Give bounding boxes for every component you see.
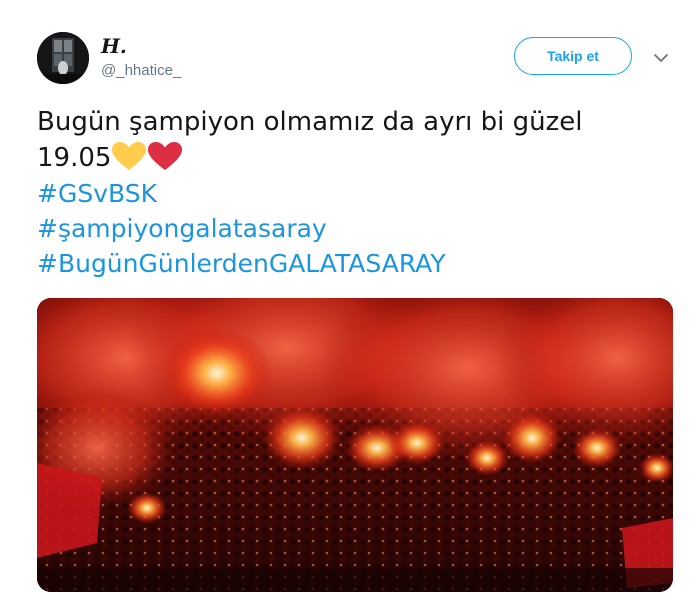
tweet-line-2: 19.05 xyxy=(37,140,677,176)
hashtag-link[interactable]: #GSvBSK xyxy=(37,176,677,211)
tweet-card: H. @_hhatice_ Takip et Bugün şampiyon ol… xyxy=(0,0,700,602)
tweet-line-1: Bugün şampiyon olmamız da ayrı bi güzel xyxy=(37,107,583,137)
screen-name[interactable]: @_hhatice_ xyxy=(101,62,181,80)
follow-button[interactable]: Takip et xyxy=(514,37,632,75)
avatar-image xyxy=(37,32,89,84)
chevron-down-icon[interactable] xyxy=(651,48,671,68)
yellow-heart-icon xyxy=(111,141,147,171)
hashtag-link[interactable]: #BugünGünlerdenGALATASARAY xyxy=(37,246,677,281)
hashtag-link[interactable]: #şampiyongalatasaray xyxy=(37,211,677,246)
tweet-text: Bugün şampiyon olmamız da ayrı bi güzel … xyxy=(37,104,677,281)
tweet-date: 19.05 xyxy=(37,143,112,173)
stadium-flares-image xyxy=(37,298,673,592)
tweet-photo[interactable] xyxy=(37,298,673,592)
avatar[interactable] xyxy=(37,32,89,84)
display-name[interactable]: H. xyxy=(101,34,127,58)
red-heart-icon xyxy=(147,141,183,171)
